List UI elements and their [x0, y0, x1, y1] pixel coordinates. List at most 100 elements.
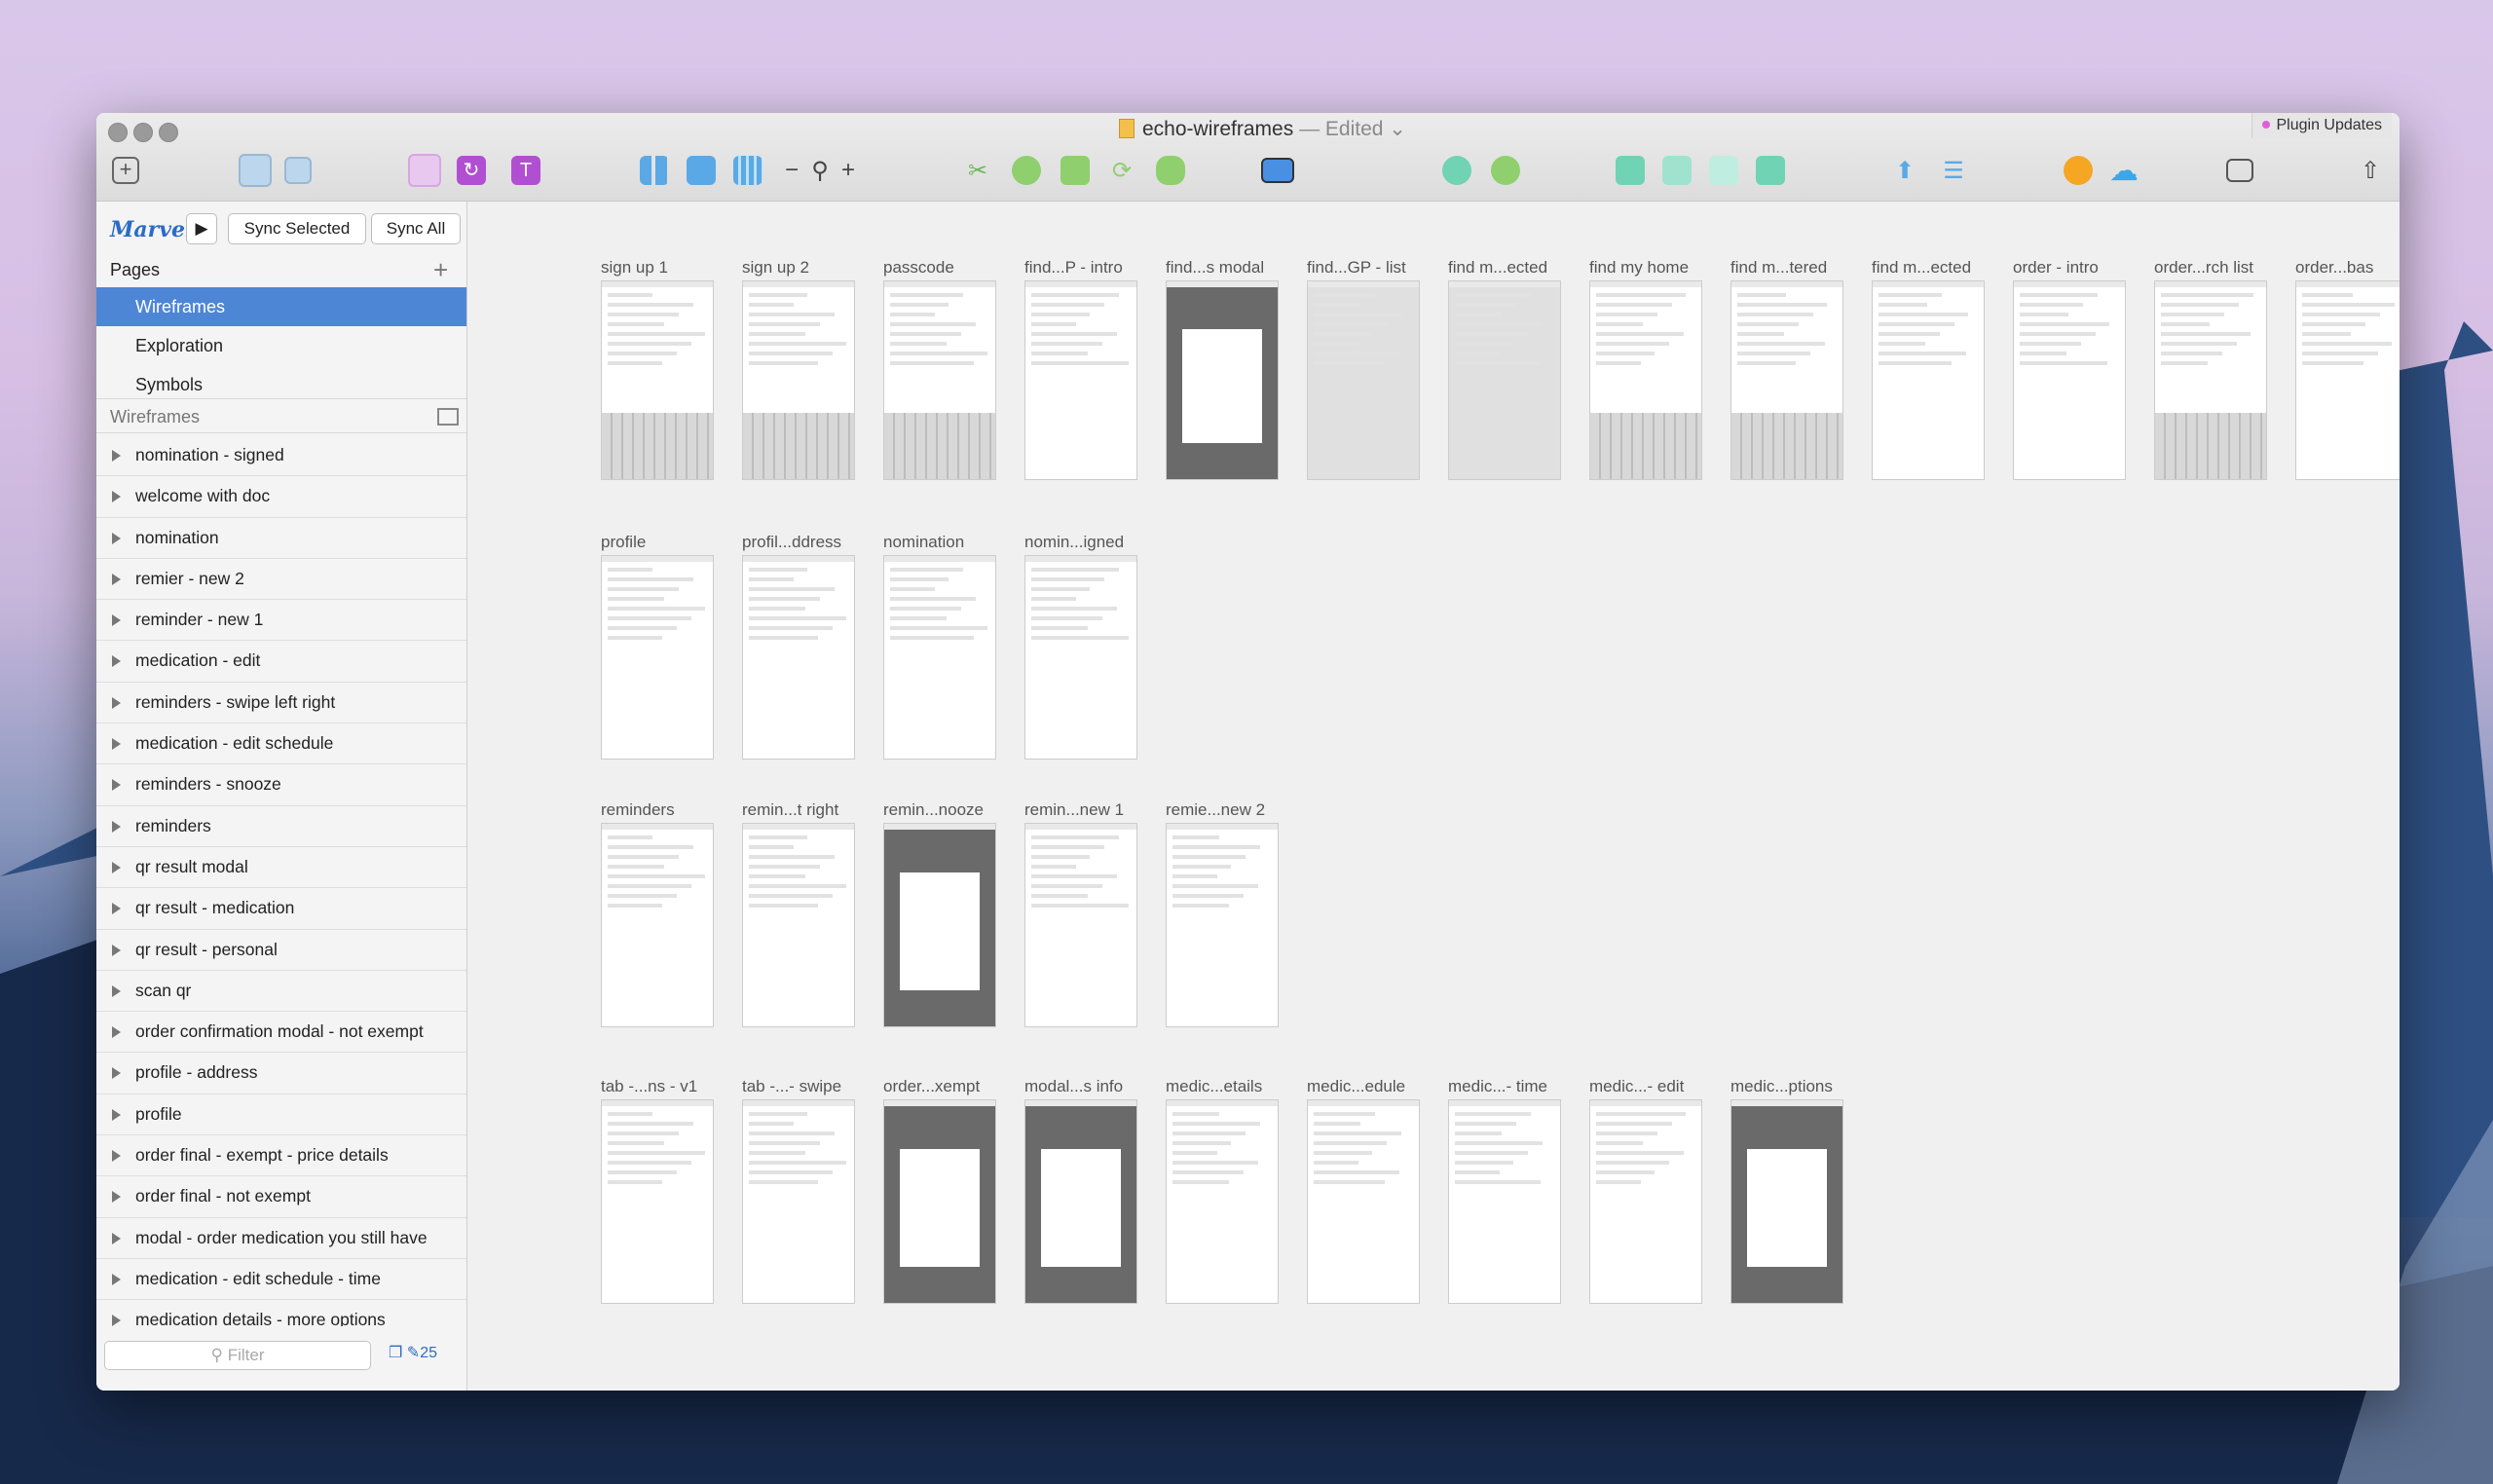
artboard-row[interactable]: modal - order medication you still have	[96, 1218, 466, 1259]
artboard-title[interactable]: nomin...igned	[1024, 533, 1124, 552]
artboard-thumbnail[interactable]	[883, 280, 996, 480]
artboard-thumbnail[interactable]	[2295, 280, 2400, 480]
view-icon[interactable]	[2223, 154, 2256, 187]
artboard-title[interactable]: find...P - intro	[1024, 258, 1123, 278]
insert-icon[interactable]: +	[106, 154, 145, 187]
artboard-title[interactable]: remin...t right	[742, 800, 838, 820]
artboard-thumbnail[interactable]	[1024, 823, 1137, 1027]
upload-icon[interactable]: ⬆	[1888, 154, 1921, 187]
artboard-title[interactable]: tab -...ns - v1	[601, 1077, 697, 1096]
artboard-row[interactable]: reminder - new 1	[96, 600, 466, 642]
disclosure-triangle-icon[interactable]	[112, 1232, 121, 1244]
disclosure-triangle-icon[interactable]	[112, 820, 121, 833]
artboard-title[interactable]: reminders	[601, 800, 675, 820]
chevron-down-icon[interactable]: ⌄	[1383, 118, 1406, 140]
ungroup-icon[interactable]	[281, 154, 315, 187]
artboard-row[interactable]: profile	[96, 1094, 466, 1136]
disclosure-triangle-icon[interactable]	[112, 532, 121, 544]
create-symbol-icon[interactable]	[408, 154, 441, 187]
sketch-icon[interactable]	[2062, 154, 2095, 187]
disclosure-triangle-icon[interactable]	[112, 1108, 121, 1121]
export-icon[interactable]: ⇧	[2354, 154, 2387, 187]
sync-all-button[interactable]: Sync All	[371, 213, 461, 244]
artboard-row[interactable]: order final - not exempt	[96, 1176, 466, 1218]
artboard-thumbnail[interactable]	[601, 1099, 714, 1304]
artboard-thumbnail[interactable]	[742, 1099, 855, 1304]
artboard-title[interactable]: sign up 1	[601, 258, 668, 278]
artboard-thumbnail[interactable]	[1448, 280, 1561, 480]
flatten-icon[interactable]	[1154, 154, 1187, 187]
artboard-thumbnail[interactable]	[601, 555, 714, 760]
close-window-button[interactable]	[108, 123, 128, 142]
zoom-icon[interactable]: ⚲	[803, 154, 837, 187]
artboard-thumbnail[interactable]	[1589, 280, 1702, 480]
disclosure-triangle-icon[interactable]	[112, 1026, 121, 1039]
artboard-title[interactable]: tab -...- swipe	[742, 1077, 841, 1096]
artboard-thumbnail[interactable]	[742, 280, 855, 480]
artboard-thumbnail[interactable]	[1166, 1099, 1279, 1304]
artboard-row[interactable]: medication - edit schedule	[96, 723, 466, 765]
artboard-thumbnail[interactable]	[2013, 280, 2126, 480]
disclosure-triangle-icon[interactable]	[112, 984, 121, 997]
scissors-icon[interactable]: ✂	[961, 154, 994, 187]
artboard-title[interactable]: find...s modal	[1166, 258, 1264, 278]
artboard-title[interactable]: find m...tered	[1730, 258, 1827, 278]
artboard-title[interactable]: order...rch list	[2154, 258, 2253, 278]
artboard-row[interactable]: reminders - snooze	[96, 764, 466, 806]
artboard-title[interactable]: sign up 2	[742, 258, 809, 278]
artboard-row[interactable]: order final - exempt - price details	[96, 1135, 466, 1177]
artboard-thumbnail[interactable]	[742, 823, 855, 1027]
page-exploration[interactable]: Exploration	[96, 326, 466, 365]
artboard-title[interactable]: remin...nooze	[883, 800, 984, 820]
artboard-title[interactable]: remie...new 2	[1166, 800, 1265, 820]
canvas[interactable]: Sign up →sign up 1sign up 2passcodefind.…	[467, 202, 2400, 1391]
disclosure-triangle-icon[interactable]	[112, 738, 121, 751]
mask-icon[interactable]	[1059, 154, 1092, 187]
artboard-thumbnail[interactable]	[1166, 280, 1279, 480]
artboard-thumbnail[interactable]	[601, 280, 714, 480]
text-icon[interactable]: T	[509, 154, 542, 187]
disclosure-triangle-icon[interactable]	[112, 1150, 121, 1163]
artboard-title[interactable]: find m...ected	[1448, 258, 1547, 278]
group-icon[interactable]	[239, 154, 272, 187]
artboard-thumbnail[interactable]	[1024, 555, 1137, 760]
artboard-thumbnail[interactable]	[1307, 1099, 1420, 1304]
rotate-icon[interactable]: ⟳	[1105, 154, 1138, 187]
sync-selected-button[interactable]: Sync Selected	[228, 213, 366, 244]
artboard-row[interactable]: nomination	[96, 518, 466, 559]
artboard-title[interactable]: profile	[601, 533, 646, 552]
grid-icon[interactable]	[638, 154, 671, 187]
artboard-title[interactable]: medic...edule	[1307, 1077, 1405, 1096]
artboard-thumbnail[interactable]	[1730, 280, 1843, 480]
disclosure-triangle-icon[interactable]	[112, 861, 121, 873]
artboard-row[interactable]: qr result - personal	[96, 930, 466, 971]
layout-icon[interactable]	[685, 154, 718, 187]
align-icon[interactable]: ☰	[1937, 154, 1970, 187]
artboard-thumbnail[interactable]	[2154, 280, 2267, 480]
artboard-title[interactable]: remin...new 1	[1024, 800, 1124, 820]
artboard-title[interactable]: find my home	[1589, 258, 1689, 278]
artboard-thumbnail[interactable]	[1872, 280, 1985, 480]
add-page-icon[interactable]: +	[433, 252, 448, 287]
artboard-thumbnail[interactable]	[601, 823, 714, 1027]
artboard-thumbnail[interactable]	[742, 555, 855, 760]
artboard-thumbnail[interactable]	[883, 555, 996, 760]
zoom-out-icon[interactable]: −	[782, 154, 801, 187]
artboard-row[interactable]: welcome with doc	[96, 476, 466, 518]
plugin-updates-badge[interactable]: Plugin Updates	[2251, 113, 2392, 138]
pages-icon[interactable]: ❐	[389, 1345, 402, 1361]
disclosure-triangle-icon[interactable]	[112, 614, 121, 627]
page-wireframes[interactable]: Wireframes	[96, 287, 466, 326]
artboard-row[interactable]: medication - edit	[96, 641, 466, 683]
artboard-thumbnail[interactable]	[883, 1099, 996, 1304]
minimize-window-button[interactable]	[133, 123, 153, 142]
disclosure-triangle-icon[interactable]	[112, 573, 121, 585]
artboard-thumbnail[interactable]	[1024, 280, 1137, 480]
artboard-row[interactable]: nomination - signed	[96, 435, 466, 477]
artboard-thumbnail[interactable]	[1448, 1099, 1561, 1304]
artboard-row[interactable]: scan qr	[96, 971, 466, 1013]
refresh-icon[interactable]: ↻	[455, 154, 488, 187]
artboard-title[interactable]: medic...- edit	[1589, 1077, 1684, 1096]
artboard-title[interactable]: medic...- time	[1448, 1077, 1547, 1096]
artboard-row[interactable]: medication - edit schedule - time	[96, 1259, 466, 1301]
